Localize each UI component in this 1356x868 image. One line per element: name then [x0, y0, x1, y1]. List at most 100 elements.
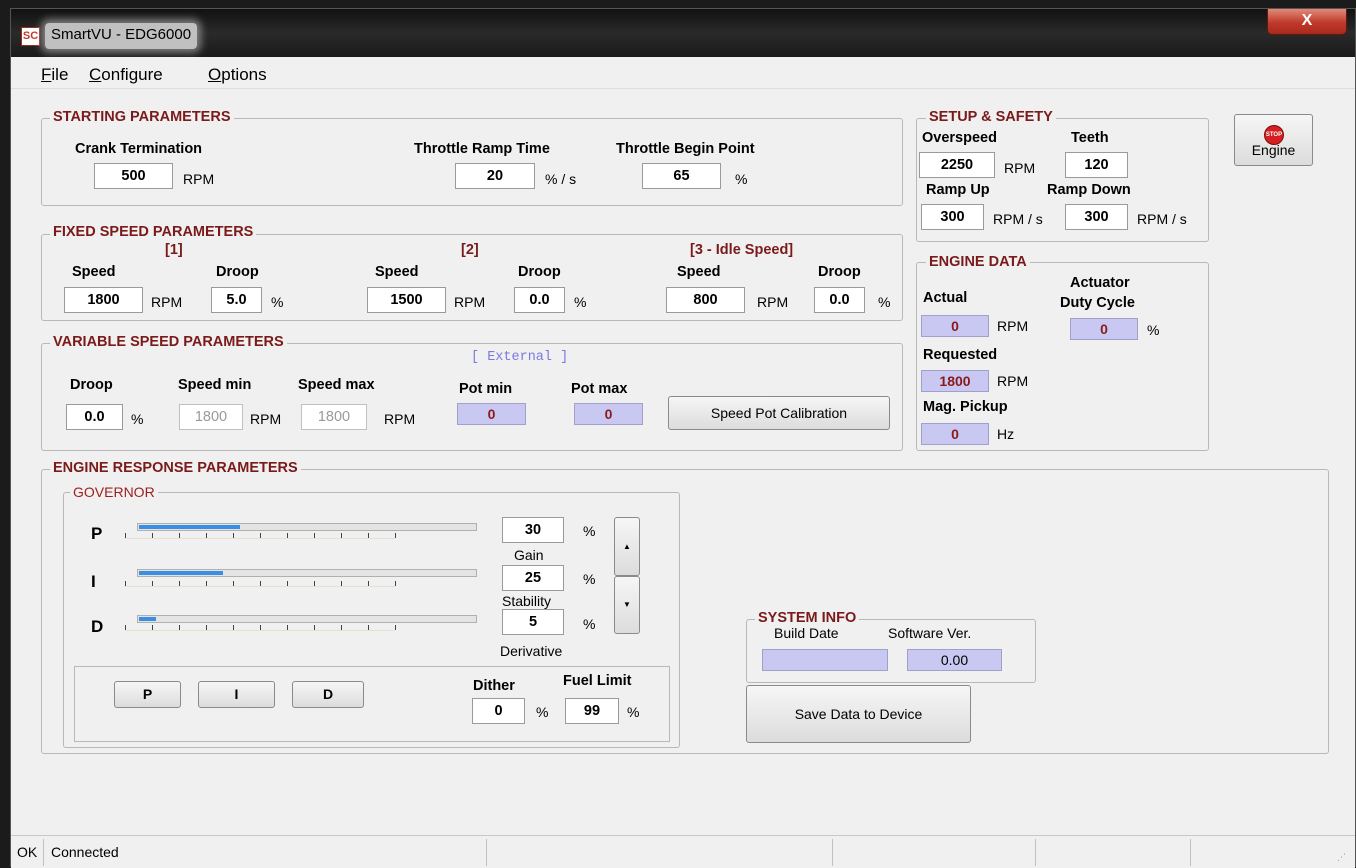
p-gain-input[interactable]: 30: [502, 517, 564, 543]
crank-termination-input[interactable]: 500: [94, 163, 173, 189]
save-data-button[interactable]: Save Data to Device: [746, 685, 971, 743]
fixed-2-speed-label: Speed: [375, 264, 419, 280]
fixed-3-droop-label: Droop: [818, 264, 861, 280]
ramp-up-label: Ramp Up: [926, 182, 990, 198]
p-slider-ticks: [125, 533, 396, 539]
status-divider: [832, 839, 833, 866]
connection-status: Connected: [51, 844, 119, 860]
fuel-limit-label: Fuel Limit: [563, 673, 632, 689]
software-version-label: Software Ver.: [888, 625, 972, 641]
close-button[interactable]: X: [1267, 9, 1347, 35]
gain-caption: Gain: [514, 547, 544, 563]
dither-input[interactable]: 0: [472, 698, 525, 724]
fixed-1-droop-input[interactable]: 5.0: [211, 287, 262, 313]
ramp-up-unit: RPM / s: [993, 211, 1043, 227]
d-derivative-slider[interactable]: [137, 615, 477, 623]
p-gain-slider[interactable]: [137, 523, 477, 531]
actual-rpm-unit: RPM: [997, 318, 1029, 334]
speed-min-label: Speed min: [178, 377, 252, 393]
slider-tick: [206, 533, 207, 538]
engine-response-legend: ENGINE RESPONSE PARAMETERS: [50, 460, 301, 476]
ramp-up-input[interactable]: 300: [921, 204, 984, 230]
actual-rpm-readout: 0: [921, 315, 989, 337]
d-slider-ticks: [125, 625, 396, 631]
requested-label: Requested: [923, 347, 998, 363]
slider-tick: [341, 625, 342, 630]
throttle-ramp-time-input[interactable]: 20: [455, 163, 535, 189]
crank-termination-unit: RPM: [183, 171, 215, 187]
fixed-1-speed-input[interactable]: 1800: [64, 287, 143, 313]
fixed-2-speed-input[interactable]: 1500: [367, 287, 446, 313]
select-p-button[interactable]: P: [114, 681, 181, 708]
derivative-caption: Derivative: [500, 643, 563, 659]
requested-rpm-readout: 1800: [921, 370, 989, 392]
d-derivative-slider-fill: [139, 617, 156, 621]
speed-min-unit: RPM: [250, 411, 282, 427]
menu-file[interactable]: File: [41, 65, 68, 85]
i-slider-ticks: [125, 581, 396, 587]
speed-min-input[interactable]: 1800: [179, 404, 243, 430]
dither-label: Dither: [473, 678, 515, 694]
teeth-input[interactable]: 120: [1065, 152, 1128, 178]
i-stability-slider[interactable]: [137, 569, 477, 577]
slider-tick: [125, 625, 126, 630]
ramp-down-label: Ramp Down: [1047, 182, 1131, 198]
fixed-3-speed-unit: RPM: [757, 294, 789, 310]
d-derivative-unit: %: [583, 616, 596, 632]
decrease-button[interactable]: ▼: [614, 576, 640, 634]
p-slider-label: P: [91, 524, 103, 543]
fixed-2-speed-unit: RPM: [454, 294, 486, 310]
fuel-limit-input[interactable]: 99: [565, 698, 619, 724]
slider-tick: [125, 533, 126, 538]
governor-legend: GOVERNOR: [70, 484, 158, 500]
overspeed-input[interactable]: 2250: [919, 152, 995, 178]
fixed-3-speed-input[interactable]: 800: [666, 287, 745, 313]
fixed-3-droop-input[interactable]: 0.0: [814, 287, 865, 313]
crank-termination-label: Crank Termination: [75, 141, 203, 157]
select-i-button[interactable]: I: [198, 681, 275, 708]
status-state: OK: [17, 844, 38, 860]
speed-max-input[interactable]: 1800: [301, 404, 367, 430]
mag-pickup-unit: Hz: [997, 426, 1015, 442]
ramp-down-input[interactable]: 300: [1065, 204, 1128, 230]
stop-engine-button[interactable]: STOP Engine: [1234, 114, 1313, 166]
fixed-set-1-title: [1]: [165, 242, 183, 258]
slider-tick: [125, 581, 126, 586]
system-info-legend: SYSTEM INFO: [755, 610, 860, 626]
pot-min-label: Pot min: [459, 381, 513, 397]
actuator-duty-cycle-unit: %: [1147, 322, 1160, 338]
variable-droop-label: Droop: [70, 377, 113, 393]
slider-tick: [314, 625, 315, 630]
slider-tick: [179, 625, 180, 630]
slider-tick: [395, 581, 396, 586]
pot-max-label: Pot max: [571, 381, 628, 397]
build-date-readout: [762, 649, 888, 671]
variable-droop-input[interactable]: 0.0: [66, 404, 123, 430]
slider-tick: [287, 581, 288, 586]
menu-options[interactable]: Options: [208, 65, 267, 85]
resize-grip-icon[interactable]: ⋰: [1337, 852, 1347, 864]
fixed-2-droop-input[interactable]: 0.0: [514, 287, 565, 313]
setup-safety-legend: SETUP & SAFETY: [926, 109, 1056, 125]
d-derivative-input[interactable]: 5: [502, 609, 564, 635]
slider-tick: [341, 533, 342, 538]
select-d-button[interactable]: D: [292, 681, 364, 708]
slider-tick: [152, 625, 153, 630]
variable-droop-unit: %: [131, 411, 144, 427]
ramp-down-unit: RPM / s: [1137, 211, 1187, 227]
slider-tick: [395, 533, 396, 538]
fixed-3-speed-label: Speed: [677, 264, 721, 280]
increase-button[interactable]: ▲: [614, 517, 640, 576]
slider-tick: [314, 533, 315, 538]
fixed-2-droop-label: Droop: [518, 264, 561, 280]
overspeed-label: Overspeed: [922, 130, 997, 146]
mag-pickup-label: Mag. Pickup: [923, 399, 1008, 415]
menu-configure[interactable]: Configure: [89, 65, 163, 85]
fixed-3-droop-unit: %: [878, 294, 891, 310]
status-divider: [1190, 839, 1191, 866]
throttle-begin-point-input[interactable]: 65: [642, 163, 721, 189]
speed-pot-calibration-button[interactable]: Speed Pot Calibration: [668, 396, 890, 430]
variable-mode-indicator: [ External ]: [471, 350, 569, 365]
i-stability-input[interactable]: 25: [502, 565, 564, 591]
actuator-label-line-2: Duty Cycle: [1060, 295, 1135, 311]
